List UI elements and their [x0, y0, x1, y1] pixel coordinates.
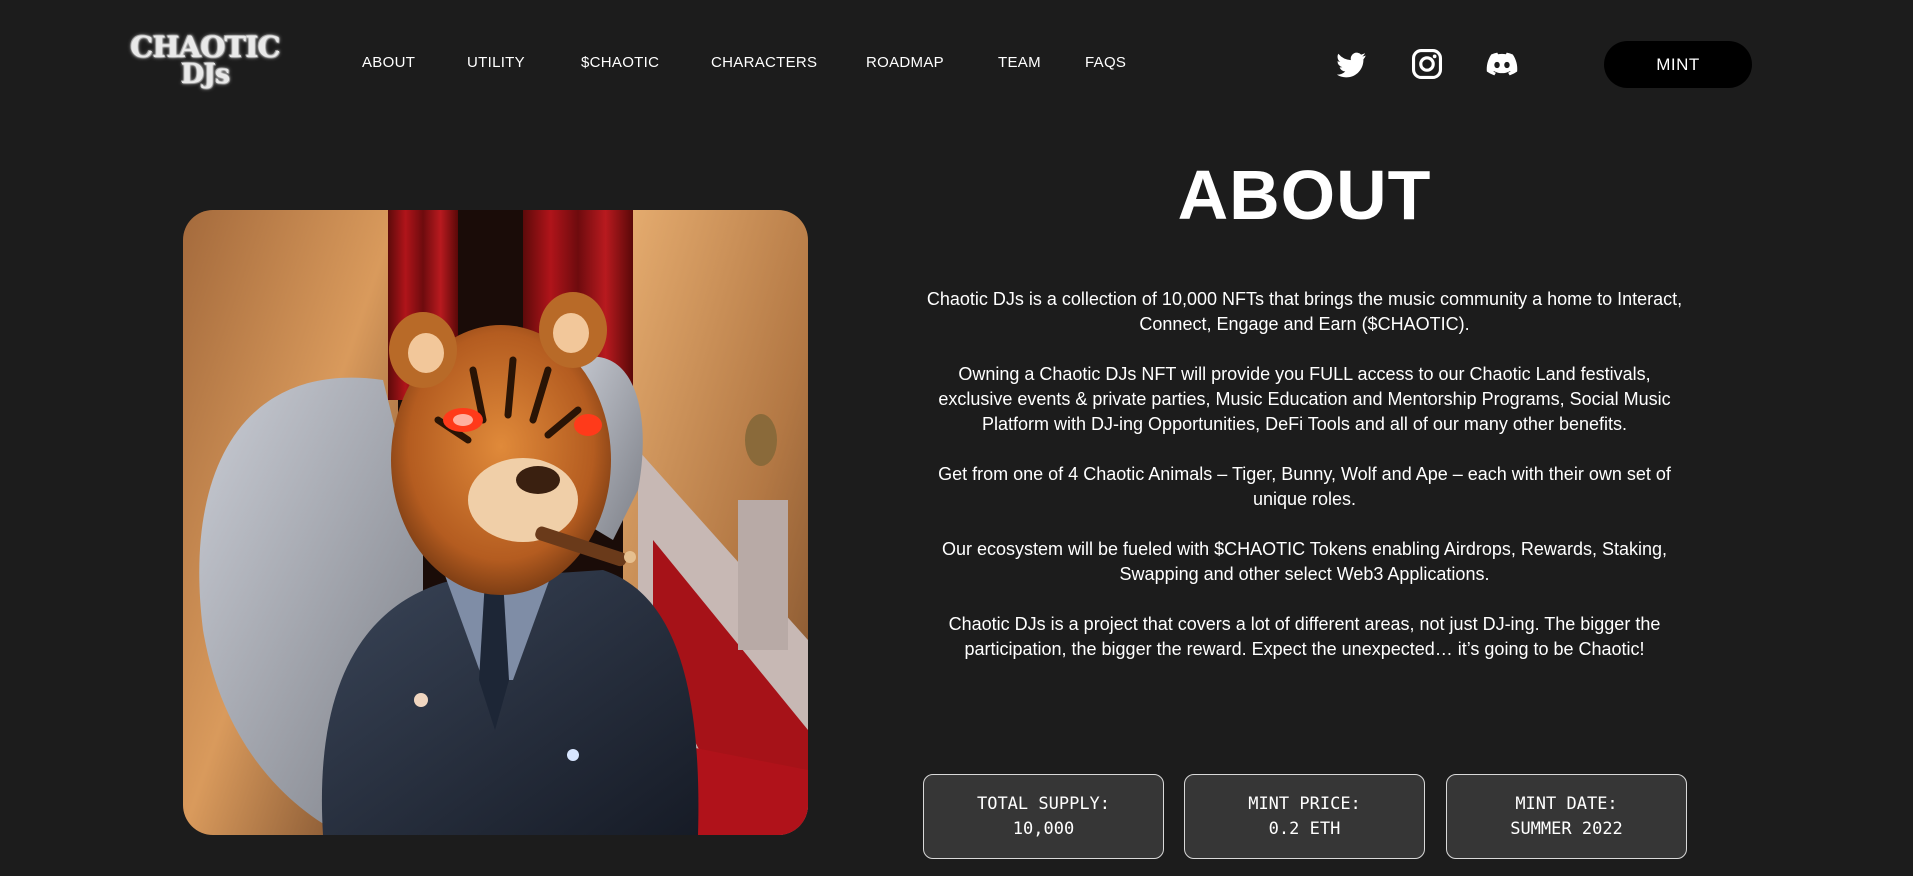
twitter-icon[interactable] — [1334, 47, 1368, 81]
about-paragraph-2: Owning a Chaotic DJs NFT will provide yo… — [938, 364, 1671, 434]
about-paragraph-4: Our ecosystem will be fueled with $CHAOT… — [942, 539, 1667, 584]
about-paragraph-1: Chaotic DJs is a collection of 10,000 NF… — [926, 289, 1683, 334]
about-paragraph-3: Get from one of 4 Chaotic Animals – Tige… — [938, 464, 1671, 509]
about-title: ABOUT — [1177, 156, 1432, 234]
stat-label: MINT PRICE: — [1248, 793, 1361, 814]
about-paragraph-5: Chaotic DJs is a project that covers a l… — [948, 614, 1661, 659]
nav-link-faqs[interactable]: FAQS — [1085, 54, 1126, 71]
nav-link-chaotic[interactable]: $CHAOTIC — [581, 54, 659, 71]
about-body: Chaotic DJs is a collection of 10,000 NF… — [922, 287, 1687, 687]
nav-link-roadmap[interactable]: ROADMAP — [866, 54, 944, 71]
logo-line-2: DJs — [180, 58, 230, 90]
stat-value: SUMMER 2022 — [1510, 818, 1623, 839]
stat-label: TOTAL SUPPLY: — [976, 793, 1111, 814]
nav-link-utility[interactable]: UTILITY — [467, 54, 525, 71]
stat-card-mint-date: MINT DATE: SUMMER 2022 — [1446, 774, 1687, 859]
discord-icon[interactable] — [1485, 47, 1519, 81]
hero-character-image — [183, 210, 808, 835]
stat-value: 0.2 ETH — [1268, 818, 1341, 839]
mint-button[interactable]: MINT — [1604, 41, 1752, 88]
nav-link-about[interactable]: ABOUT — [362, 54, 415, 71]
nav-link-team[interactable]: TEAM — [998, 54, 1041, 71]
stat-label: MINT DATE: — [1515, 793, 1618, 814]
page: CHAOTIC DJs ABOUT UTILITY $CHAOTIC CHARA… — [0, 0, 1913, 876]
logo-line-1: CHAOTIC — [130, 30, 280, 65]
stat-value: 10,000 — [1012, 818, 1075, 839]
logo[interactable]: CHAOTIC DJs — [130, 26, 280, 96]
instagram-icon[interactable] — [1410, 47, 1444, 81]
nav-link-characters[interactable]: CHARACTERS — [711, 54, 817, 71]
stat-card-total-supply: TOTAL SUPPLY: 10,000 — [923, 774, 1164, 859]
stat-card-mint-price: MINT PRICE: 0.2 ETH — [1184, 774, 1425, 859]
